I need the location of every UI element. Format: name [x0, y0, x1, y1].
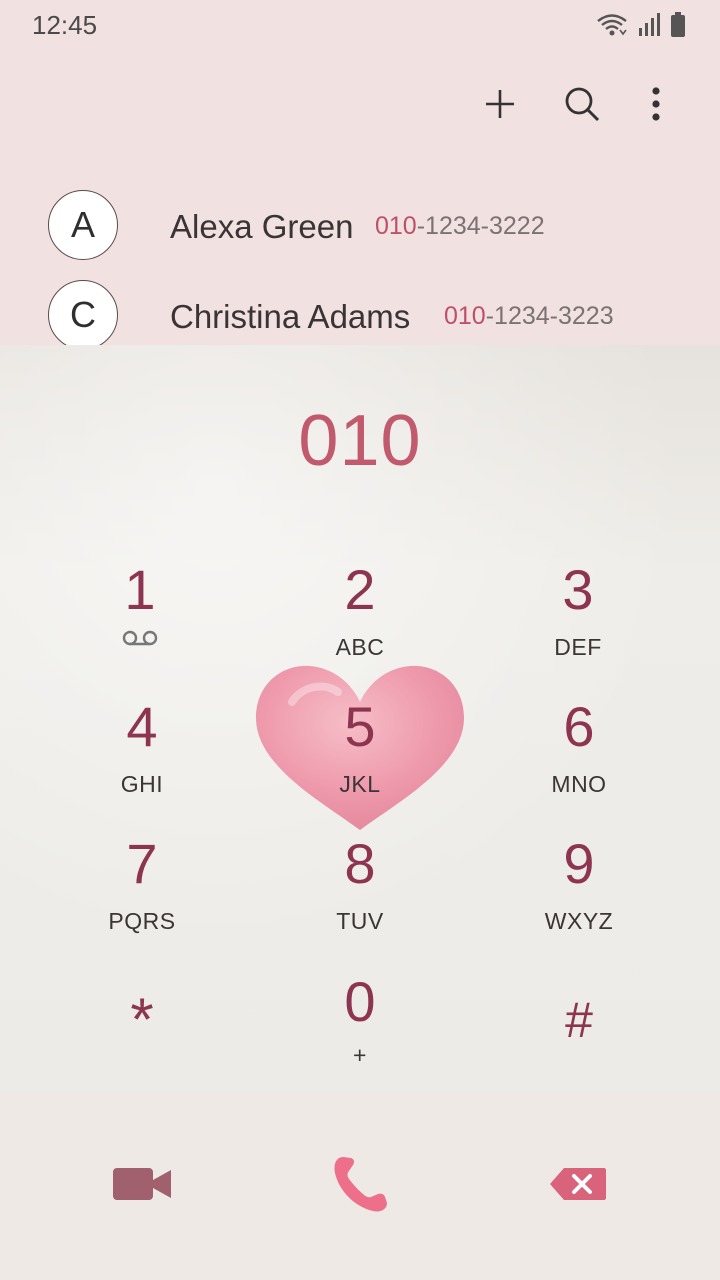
key-digit: #	[565, 992, 593, 1048]
number-match: 010	[444, 302, 486, 330]
number-rest: -1234-3223	[485, 302, 614, 330]
key-letters: +	[353, 1042, 367, 1068]
key-letters: MNO	[551, 771, 607, 797]
status-time: 12:45	[32, 10, 98, 40]
key-digit: 5	[344, 695, 376, 758]
key-8[interactable]: 8 TUV	[270, 834, 450, 954]
key-digit: 1	[124, 558, 156, 621]
key-3[interactable]: 3 DEF	[488, 560, 668, 680]
voicemail-icon	[50, 628, 230, 653]
key-6[interactable]: 6 MNO	[489, 697, 669, 817]
key-7[interactable]: 7 PQRS	[52, 834, 232, 954]
number-rest: -1234-3222	[416, 212, 545, 240]
add-icon	[483, 87, 517, 126]
key-digit: 4	[126, 695, 158, 758]
more-options-icon	[650, 86, 662, 127]
key-digit: 0	[344, 970, 376, 1033]
contact-name: Alexa Green	[170, 208, 354, 245]
key-digit: 2	[344, 558, 376, 621]
key-digit: 8	[344, 832, 376, 895]
key-letters: ABC	[335, 634, 385, 660]
status-icons	[596, 12, 686, 43]
call-button[interactable]	[320, 1146, 400, 1226]
contact-number: 010-1234-3223	[444, 302, 614, 331]
suggestion-row[interactable]: A Alexa Green 010-1234-3222	[0, 182, 720, 270]
call-icon	[327, 1151, 393, 1222]
key-letters: DEF	[554, 634, 602, 660]
key-4[interactable]: 4 GHI	[52, 697, 232, 817]
key-digit: 3	[562, 558, 594, 621]
search-button[interactable]	[554, 78, 610, 134]
key-letters: GHI	[120, 771, 164, 797]
more-options-button[interactable]	[628, 78, 684, 134]
avatar: A	[48, 190, 118, 260]
dialed-number[interactable]: 010	[0, 400, 720, 482]
key-letters: TUV	[336, 908, 384, 934]
video-call-button[interactable]	[100, 1156, 184, 1216]
avatar: C	[48, 280, 118, 350]
key-0[interactable]: 0 +	[270, 972, 450, 1092]
number-match: 010	[375, 212, 417, 240]
key-2[interactable]: 2 ABC	[270, 560, 450, 680]
key-letters: JKL	[339, 771, 381, 797]
key-digit: 7	[126, 832, 158, 895]
battery-icon	[670, 12, 686, 43]
signal-icon	[638, 13, 660, 42]
key-digit: *	[130, 986, 154, 1053]
wifi-icon	[596, 12, 628, 43]
search-icon	[562, 84, 602, 129]
key-letters: WXYZ	[544, 908, 614, 934]
backspace-icon	[548, 1166, 608, 1207]
status-bar: 12:45	[0, 0, 720, 50]
key-1[interactable]: 1	[50, 560, 230, 680]
video-call-icon	[111, 1164, 173, 1209]
key-digit: 9	[563, 832, 595, 895]
key-digit: 6	[563, 695, 595, 758]
add-contact-button[interactable]	[472, 78, 528, 134]
contact-name: Christina Adams	[170, 298, 411, 335]
contact-number: 010-1234-3222	[375, 212, 545, 241]
key-5[interactable]: 5 JKL	[270, 697, 450, 817]
key-letters: PQRS	[108, 908, 176, 934]
backspace-button[interactable]	[542, 1160, 614, 1212]
key-9[interactable]: 9 WXYZ	[489, 834, 669, 954]
